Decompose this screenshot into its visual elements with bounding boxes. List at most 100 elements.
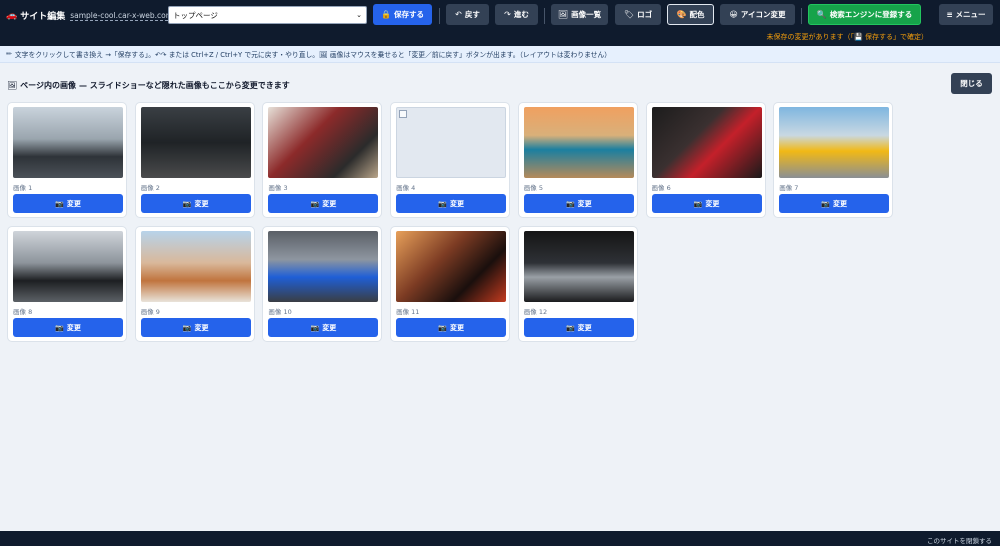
change-image-button-label: 変更 [322,323,337,332]
camera-icon: 📷 [55,323,64,332]
image-card: 画像 8 📷 変更 [7,226,127,342]
image-thumbnail [523,107,634,178]
image-card: 画像 10 📷 変更 [262,226,383,342]
image-thumbnail [13,107,123,178]
image-label: 画像 6 [651,184,671,192]
change-image-button-label: 変更 [66,323,81,332]
change-image-button[interactable]: 📷 変更 [779,194,890,213]
camera-icon: 📷 [438,323,447,332]
divider [544,8,545,24]
seo-register-button[interactable]: 🔍 検索エンジンに登録する [808,4,921,25]
camera-icon: 📷 [565,199,575,208]
pencil-icon: ✏ [6,50,12,58]
image-thumbnail [523,231,634,302]
color-scheme-button-label: 配色 [689,10,705,19]
image-thumbnail [779,107,890,178]
page-select[interactable]: トップページ ⌄ [168,6,367,24]
change-image-button[interactable]: 📷 変更 [523,194,634,213]
change-image-button[interactable]: 📷 変更 [268,194,379,213]
image-thumbnail [268,231,379,302]
redo-button-label: 進む [513,10,529,19]
camera-icon: 📷 [821,199,831,208]
divider [801,8,802,24]
panel-title-text: ページ内の画像 [20,81,76,90]
undo-icon: ↶ [455,10,462,19]
image-thumbnail [140,231,251,302]
chevron-down-icon: ⌄ [356,11,362,19]
image-label: 画像 2 [140,184,160,192]
close-button[interactable]: 閉じる [951,73,992,94]
footer: このサイトを閉鎖する [0,531,1000,546]
undo-button[interactable]: ↶ 戻す [446,4,489,25]
change-image-button[interactable]: 📷 変更 [396,318,507,337]
image-card: 画像 12 📷 変更 [517,226,638,342]
panel-title: 🖼 ページ内の画像 — スライドショーなど隠れた画像もここから変更できます [7,80,290,91]
image-label: 画像 4 [396,184,416,192]
image-label: 画像 12 [523,308,548,316]
hint-text: 文字をクリックして書き換え →「保存する」。↶↷ または Ctrl+Z / Ct… [14,51,612,59]
image-thumbnail [651,107,762,178]
image-thumbnail [13,231,123,302]
change-image-button[interactable]: 📷 変更 [140,194,251,213]
image-label: 画像 1 [13,184,33,192]
unsaved-notice: 未保存の変更があります（「💾 保存する」で確定） [766,33,928,41]
image-thumbnail [140,107,251,178]
site-domain-link[interactable]: sample-cool.car-x-web.com [70,11,174,21]
image-card: 画像 2 📷 変更 [134,102,255,218]
redo-icon: ↷ [504,10,511,19]
divider [439,8,440,24]
page-select-value: トップページ [173,10,218,20]
image-label: 画像 8 [13,308,33,316]
image-list-button[interactable]: 🖼 画像一覧 [551,4,608,25]
image-card: 画像 11 📷 変更 [390,226,511,342]
camera-icon: 📷 [310,323,320,332]
camera-icon: 📷 [310,199,320,208]
palette-icon: 🎨 [676,10,687,19]
image-card: 画像 3 📷 変更 [262,102,383,218]
image-card: 画像 5 📷 変更 [517,102,638,218]
image-card: 画像 1 📷 変更 [7,102,127,218]
change-image-button-label: 変更 [66,199,81,208]
color-scheme-button[interactable]: 🎨 配色 [667,4,714,25]
image-list-button-label: 画像一覧 [571,10,602,19]
change-image-button[interactable]: 📷 変更 [396,194,507,213]
image-label: 画像 10 [268,308,292,316]
save-button-label: 保存する [393,10,424,19]
seo-register-button-label: 検索エンジンに登録する [829,10,913,19]
hint-bar: ✏ 文字をクリックして書き換え →「保存する」。↶↷ または Ctrl+Z / … [0,46,1000,63]
menu-button[interactable]: ≡ メニュー [939,4,993,25]
undo-button-label: 戻す [464,10,480,19]
change-image-button-label: 変更 [322,199,337,208]
panel-subtitle: — スライドショーなど隠れた画像もここから変更できます [79,81,290,90]
lock-icon: 🔒 [381,10,391,19]
smiley-icon: 😀 [729,10,738,19]
change-image-button[interactable]: 📷 変更 [651,194,762,213]
image-thumbnail [268,107,379,178]
logo-button[interactable]: 🏷 ロゴ [615,4,661,25]
save-button[interactable]: 🔒 保存する [373,4,432,25]
icon-change-button[interactable]: 😀 アイコン変更 [720,4,795,25]
image-thumbnail [396,231,507,302]
change-image-button-label: 変更 [833,199,848,208]
change-image-button-label: 変更 [577,323,592,332]
image-card: 画像 4 📷 変更 [390,102,511,218]
change-image-button-label: 変更 [449,199,464,208]
change-image-button-label: 変更 [577,199,592,208]
close-site-link[interactable]: このサイトを閉鎖する [927,535,992,545]
change-image-button[interactable]: 📷 変更 [268,318,379,337]
change-image-button[interactable]: 📷 変更 [140,318,251,337]
image-icon: 🖼 [7,81,18,90]
redo-button[interactable]: ↷ 進む [495,4,538,25]
image-label: 画像 3 [268,184,288,192]
camera-icon: 📷 [182,323,192,332]
brand: 🚗 サイト編集 sample-cool.car-x-web.com ↗ [6,9,184,23]
change-image-button[interactable]: 📷 変更 [523,318,634,337]
camera-icon: 📷 [182,199,192,208]
change-image-button[interactable]: 📷 変更 [13,318,123,337]
search-icon: 🔍 [816,10,827,19]
change-image-button[interactable]: 📷 変更 [13,194,123,213]
image-label: 画像 7 [779,184,799,192]
car-icon: 🚗 [6,10,18,21]
image-label: 画像 9 [140,308,160,316]
image-icon: 🖼 [557,10,569,19]
